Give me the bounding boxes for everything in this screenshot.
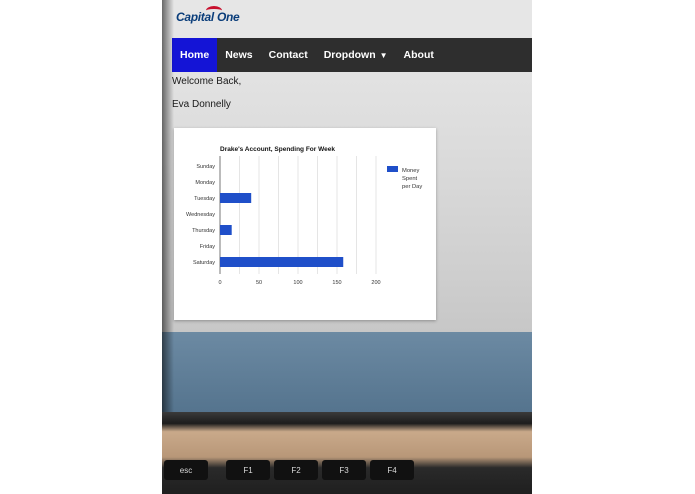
screen-edge-shadow [162, 0, 174, 412]
chart-bar [220, 225, 232, 235]
y-category-label: Wednesday [186, 212, 215, 218]
x-tick-label: 150 [332, 280, 341, 286]
y-category-label: Tuesday [194, 196, 215, 202]
legend-label: Money [402, 168, 420, 174]
y-category-label: Monday [195, 180, 215, 186]
photo-background-right [532, 0, 695, 494]
nav-home[interactable]: Home [172, 38, 218, 72]
y-category-label: Friday [200, 244, 216, 250]
x-tick-label: 0 [218, 280, 221, 286]
f4-key: F4 [370, 460, 414, 480]
caret-down-icon: ▼ [379, 50, 388, 60]
legend-label: Spent [402, 176, 418, 182]
y-category-label: Thursday [192, 228, 215, 234]
x-tick-label: 200 [371, 280, 380, 286]
f2-key: F2 [274, 460, 318, 480]
x-tick-label: 50 [256, 280, 262, 286]
laptop-screen: Capital One Home News Contact Dropdown ▼… [162, 0, 532, 412]
f3-key: F3 [322, 460, 366, 480]
legend-swatch [387, 166, 398, 172]
f1-key: F1 [226, 460, 270, 480]
nav-news[interactable]: News [217, 38, 260, 72]
photo-background-left [0, 0, 162, 494]
laptop-keyboard-deck [162, 412, 532, 494]
esc-key: esc [164, 460, 208, 480]
nav-dropdown[interactable]: Dropdown ▼ [316, 38, 396, 72]
logo-swoosh-icon [206, 6, 222, 15]
x-tick-label: 100 [293, 280, 302, 286]
nav-contact[interactable]: Contact [261, 38, 316, 72]
nav-about[interactable]: About [396, 38, 442, 72]
header-bar: Capital One [162, 0, 532, 38]
chart-bar [220, 193, 252, 203]
nav-dropdown-label: Dropdown [323, 49, 376, 61]
page-lower-section [162, 332, 532, 412]
chart-title: Drake's Account, Spending For Week [220, 146, 335, 153]
legend-label: per Day [402, 184, 422, 190]
navbar: Home News Contact Dropdown ▼ About [172, 38, 532, 72]
chart-bar [220, 257, 344, 267]
spending-chart: Drake's Account, Spending For Week 0 50 10… [186, 146, 422, 286]
spending-chart-card: Drake's Account, Spending For Week 0 50 10… [174, 128, 436, 320]
y-category-label: Sunday [196, 164, 215, 170]
y-category-label: Saturday [193, 260, 215, 266]
welcome-text: Welcome Back, [172, 76, 242, 87]
user-name: Eva Donnelly [172, 99, 231, 110]
